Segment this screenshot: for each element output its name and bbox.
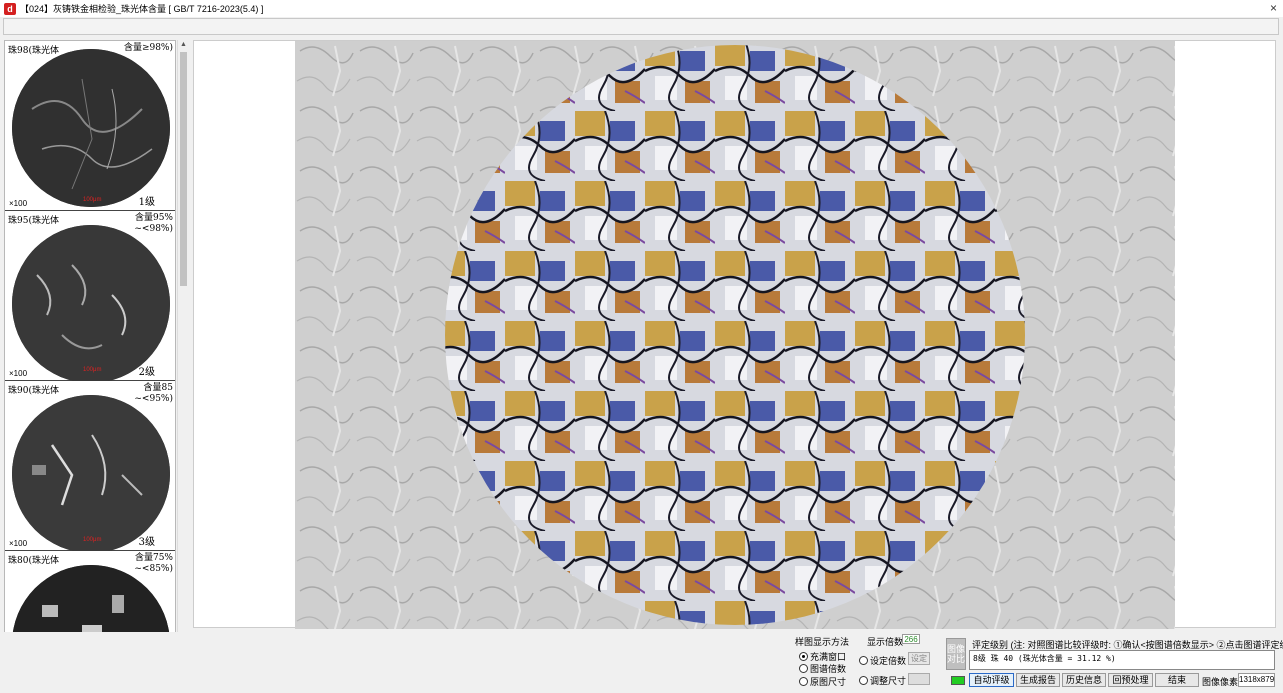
scale-bar-label: 100μm	[83, 197, 102, 203]
finish-button[interactable]: 结束	[1155, 673, 1199, 687]
history-button[interactable]: 历史信息	[1062, 673, 1106, 687]
atlas-card-3[interactable]: 珠90(珠光体 含量85 ~<95%) 100μm ×100 3级	[5, 381, 175, 553]
toolbar	[3, 18, 1279, 35]
display-method-label: 样图显示方法	[795, 637, 850, 647]
atlas-card-content: 含量85 ~<95%)	[134, 383, 173, 404]
atlas-micrograph-1[interactable]	[12, 49, 170, 207]
window-title: 【024】灰铸铁金相检验_珠光体含量 [ GB/T 7216-2023(5.4)…	[20, 4, 264, 14]
atlas-card-content: 含量75% ~<85%)	[134, 553, 173, 574]
auto-grade-button[interactable]: 自动评级	[969, 673, 1014, 687]
atlas-card-magnification: ×100	[9, 539, 28, 548]
micrograph-pattern	[12, 225, 170, 383]
radio-dot-icon	[859, 656, 868, 665]
radio-adjust-size[interactable]: 调整尺寸	[859, 674, 906, 687]
radio-original-size[interactable]: 原图尺寸	[799, 675, 846, 688]
scroll-up-icon[interactable]: ▲	[180, 41, 187, 48]
atlas-card-name: 珠95(珠光体	[8, 216, 59, 226]
atlas-card-name: 珠98(珠光体	[8, 46, 59, 56]
scale-bar-label: 100μm	[83, 537, 102, 543]
atlas-card-grade[interactable]: 2级	[139, 363, 155, 378]
back-preprocess-button[interactable]: 回预处理	[1108, 673, 1153, 687]
grading-result-field[interactable]: 8级 珠 40 (珠光体含量 = 31.12 %)	[969, 650, 1275, 670]
radio-label: 设定倍数	[870, 656, 907, 666]
atlas-card-magnification: ×100	[9, 199, 28, 208]
sample-image[interactable]	[295, 41, 1175, 629]
radio-label: 原图尺寸	[810, 677, 847, 687]
radio-dot-icon	[859, 676, 868, 685]
set-magnification-button[interactable]: 设定	[908, 652, 930, 665]
micrograph-pattern	[12, 395, 170, 553]
image-pixels-value: 1318x879	[1238, 673, 1275, 687]
generate-report-button[interactable]: 生成报告	[1016, 673, 1060, 687]
radio-dot-icon	[799, 664, 808, 673]
scale-bar-label: 100μm	[83, 367, 102, 373]
image-pixels-label: 图像像素	[1202, 677, 1239, 687]
radio-dot-icon	[799, 652, 808, 661]
radio-label: 图谱倍数	[810, 664, 847, 674]
atlas-sidebar[interactable]: 珠98(珠光体 含量≥98%) 100μm ×100 1级 珠95(珠光体 含量…	[4, 40, 176, 690]
adjust-size-button[interactable]	[908, 673, 930, 685]
atlas-card-grade[interactable]: 1级	[139, 193, 155, 208]
title-bar: d 【024】灰铸铁金相检验_珠光体含量 [ GB/T 7216-2023(5.…	[0, 0, 1283, 17]
status-led	[951, 676, 965, 685]
atlas-card-1[interactable]: 珠98(珠光体 含量≥98%) 100μm ×100 1级	[5, 41, 175, 211]
close-button[interactable]: ×	[1270, 1, 1277, 15]
magnification-label: 显示倍数	[867, 637, 904, 647]
magnification-value: 266	[902, 634, 920, 644]
image-canvas[interactable]	[193, 40, 1276, 629]
atlas-card-content: 含量95% ~<98%)	[134, 213, 173, 234]
radio-atlas-magnification[interactable]: 图谱倍数	[799, 662, 846, 675]
atlas-micrograph-2[interactable]	[12, 225, 170, 383]
atlas-card-grade[interactable]: 3级	[139, 533, 155, 548]
atlas-card-content: 含量≥98%)	[123, 43, 173, 53]
app-icon: d	[4, 2, 16, 15]
radio-set-magnification[interactable]: 设定倍数	[859, 654, 906, 667]
micrograph-pattern	[12, 49, 170, 207]
scrollbar-thumb[interactable]	[180, 52, 187, 286]
atlas-micrograph-3[interactable]	[12, 395, 170, 553]
sidebar-scrollbar[interactable]: ▲ ▼	[177, 40, 188, 690]
atlas-card-name: 珠90(珠光体	[8, 386, 59, 396]
image-compare-button[interactable]: 图像对比	[946, 638, 966, 670]
atlas-card-magnification: ×100	[9, 369, 28, 378]
micrograph-view	[295, 41, 1175, 629]
radio-label: 调整尺寸	[870, 676, 907, 686]
atlas-card-2[interactable]: 珠95(珠光体 含量95% ~<98%) 100μm ×100 2级	[5, 211, 175, 383]
atlas-card-name: 珠80(珠光体	[8, 556, 59, 566]
radio-dot-icon	[799, 677, 808, 686]
